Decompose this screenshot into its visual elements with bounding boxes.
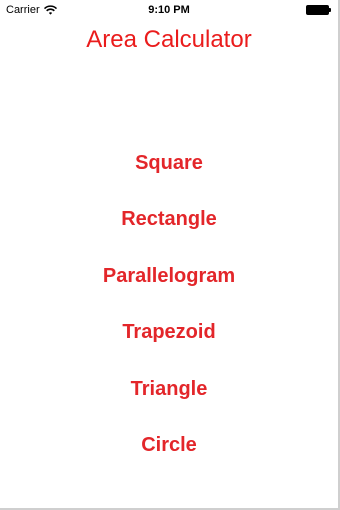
square-button[interactable]: Square [135, 151, 203, 175]
status-time: 9:10 PM [148, 4, 190, 16]
app-screen: Carrier 9:10 PM Area Calculator Square R… [0, 0, 340, 510]
parallelogram-button[interactable]: Parallelogram [103, 264, 235, 288]
rectangle-button[interactable]: Rectangle [121, 207, 217, 231]
battery-icon [306, 5, 332, 15]
trapezoid-button[interactable]: Trapezoid [122, 320, 215, 344]
circle-button[interactable]: Circle [141, 433, 197, 457]
triangle-button[interactable]: Triangle [131, 377, 208, 401]
page-title: Area Calculator [86, 26, 252, 53]
battery-cap [329, 8, 331, 12]
status-bar: Carrier 9:10 PM [0, 0, 338, 20]
battery-body [306, 5, 329, 15]
